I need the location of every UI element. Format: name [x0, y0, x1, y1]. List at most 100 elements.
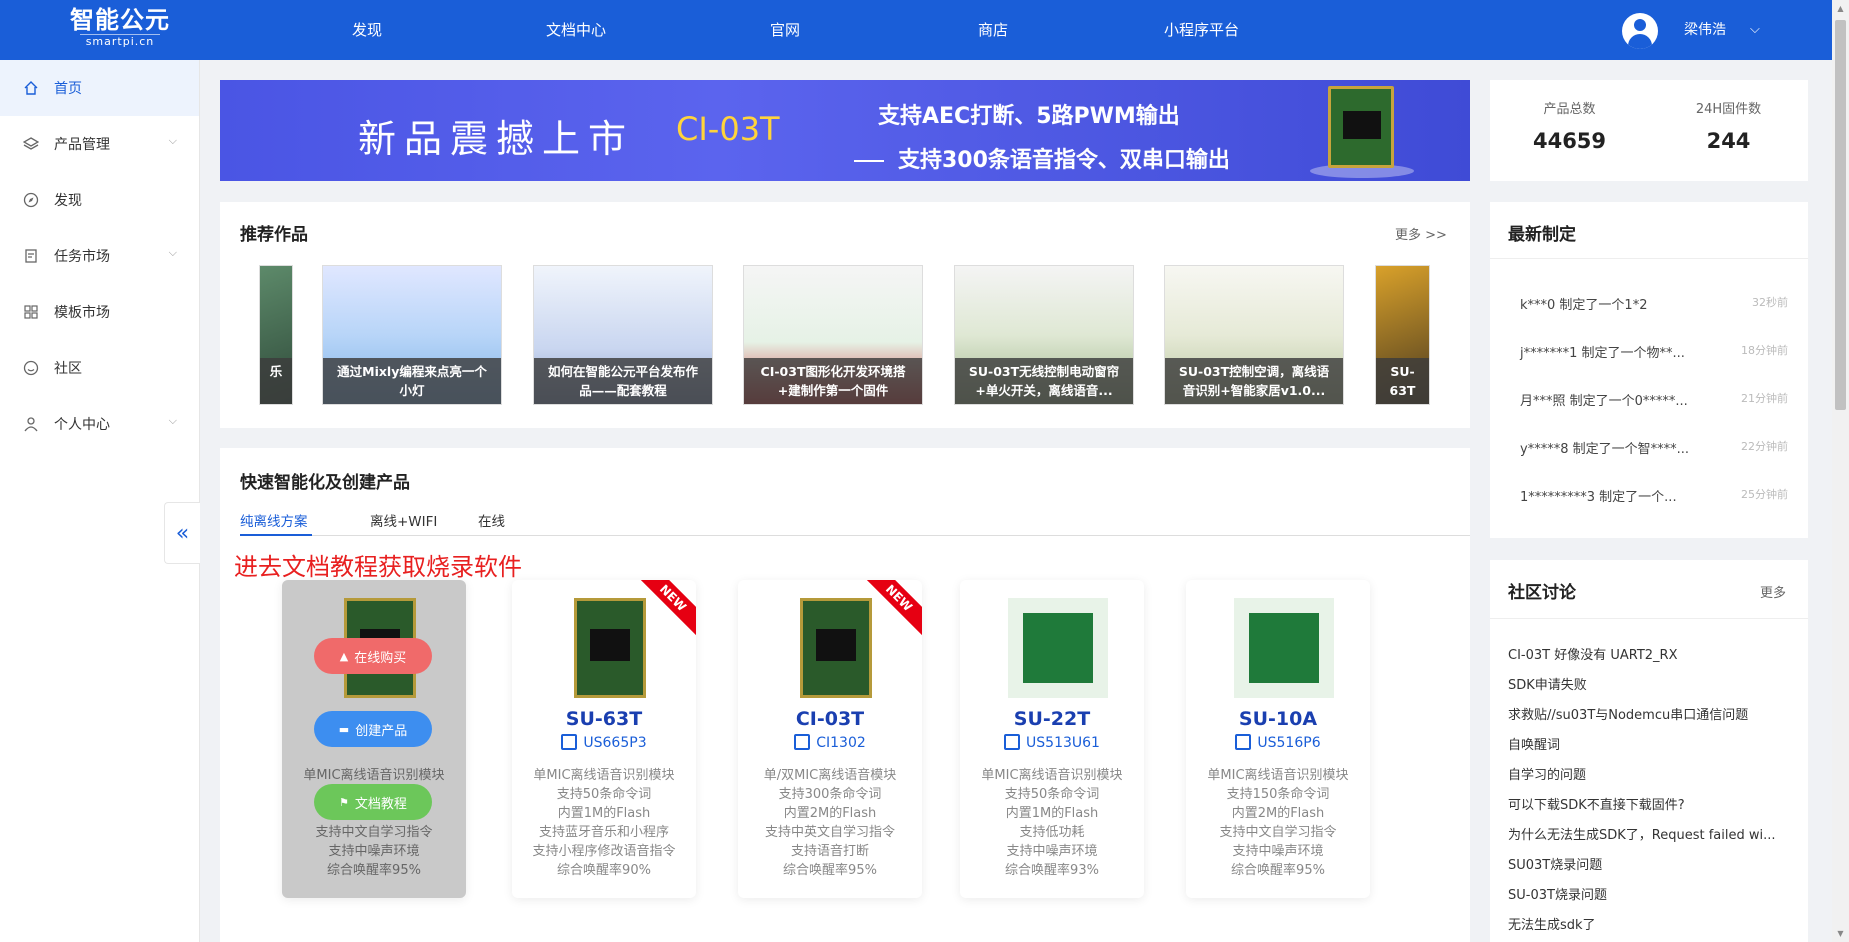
product-image: [574, 598, 646, 698]
underline-decoration: [854, 160, 884, 162]
divider: [1490, 618, 1808, 619]
recommended-works-card: 推荐作品 更多 >> 乐 通过Mixly编程来点亮一个小灯 如何在智能公元平台发…: [220, 202, 1470, 428]
discussion-link[interactable]: 为什么无法生成SDK了，Request failed wi...: [1508, 824, 1798, 843]
chip-label: US513U61: [1026, 735, 1100, 751]
chip-model: CI1302: [738, 734, 922, 751]
chip-model: US513U61: [960, 734, 1144, 751]
chevron-down-icon: ⌵: [168, 414, 177, 427]
work-caption: CI-03T图形化开发环境搭+建制作第一个固件: [744, 358, 922, 404]
desc-line: 支持中英文自学习指令: [764, 825, 895, 840]
buy-online-button[interactable]: ▲ 在线购买: [314, 638, 432, 674]
banner-line2: 支持300条语音指令、双串口输出: [854, 142, 1230, 174]
desc-line: 单MIC离线语音识别模块: [303, 768, 445, 783]
logo-en: smartpi.cn: [79, 34, 161, 49]
discussion-link[interactable]: 可以下载SDK不直接下载固件?: [1508, 794, 1798, 813]
sidebar-item-label: 任务市场: [54, 249, 110, 265]
tab-offline[interactable]: 纯离线方案: [240, 510, 308, 530]
discussion-link[interactable]: CI-03T 好像没有 UART2_RX: [1508, 644, 1798, 663]
work-card[interactable]: 通过Mixly编程来点亮一个小灯: [322, 265, 502, 405]
product-name: SU-63T: [565, 708, 643, 730]
latest-item: k***0 制定了一个1*2: [1520, 298, 1648, 313]
sidebar-item-community[interactable]: 社区: [0, 340, 199, 396]
solution-tabs: 纯离线方案 离线+WIFI 在线: [240, 510, 1470, 536]
work-card[interactable]: CI-03T图形化开发环境搭+建制作第一个固件: [743, 265, 923, 405]
desc-line: 内置2M的Flash: [1231, 806, 1325, 821]
discussion-link[interactable]: 自学习的问题: [1508, 764, 1798, 783]
work-card[interactable]: 乐: [259, 265, 293, 405]
work-card[interactable]: 如何在智能公元平台发布作品——配套教程: [533, 265, 713, 405]
sidebar-item-discover[interactable]: 发现: [0, 172, 199, 228]
chevron-down-icon: ⌵: [168, 134, 177, 147]
create-product-button[interactable]: ▬ 创建产品: [314, 711, 432, 747]
button-label: 文档教程: [354, 796, 407, 812]
sidebar-item-product-management[interactable]: 产品管理 ⌵: [0, 116, 199, 172]
latest-time: 22分钟前: [1741, 440, 1788, 453]
divider: [1490, 258, 1808, 259]
chip-label: US516P6: [1257, 735, 1321, 751]
discussion-link[interactable]: SU-03T烧录问题: [1508, 884, 1798, 903]
product-image: [1008, 598, 1108, 698]
product-card-su03t[interactable]: SU-03T 单MIC离线语音识别模块 支持150条命令词 内置1M的Flash…: [282, 580, 466, 898]
desc-line: 单/双MIC离线语音模块: [763, 768, 897, 783]
sidebar-item-home[interactable]: 首页: [0, 60, 199, 116]
desc-line: 单MIC离线语音识别模块: [1207, 768, 1349, 783]
discussion-link[interactable]: SDK申请失败: [1508, 674, 1798, 693]
discussion-link[interactable]: 无法生成sdk了: [1508, 914, 1798, 933]
section-title: 推荐作品: [240, 225, 308, 245]
desc-line: 支持蓝牙音乐和小程序: [538, 825, 669, 840]
sidebar-item-template-market[interactable]: 模板市场: [0, 284, 199, 340]
discussion-link[interactable]: 求救贴//su03T与Nodemcu串口通信问题: [1508, 704, 1798, 723]
stat-firmware-24h: 24H固件数 244: [1649, 98, 1808, 153]
desc-line: 支持小程序修改语音指令: [532, 844, 676, 859]
collapse-sidebar-button[interactable]: «: [164, 502, 200, 564]
desc-line: 内置2M的Flash: [783, 806, 877, 821]
home-icon: [22, 79, 40, 97]
tab-online[interactable]: 在线: [478, 510, 505, 530]
more-link[interactable]: 更多 >>: [1395, 224, 1447, 243]
product-card-ci03t[interactable]: NEW CI-03T CI1302 单/双MIC离线语音模块 支持300条命令词…: [738, 580, 922, 898]
chip-icon: [1004, 734, 1021, 750]
discussion-link[interactable]: 自唤醒词: [1508, 734, 1798, 753]
brand-logo[interactable]: 智能公元 smartpi.cn: [60, 6, 180, 54]
sidebar-item-task-market[interactable]: 任务市场 ⌵: [0, 228, 199, 284]
logo-cn: 智能公元: [70, 5, 170, 34]
nav-store[interactable]: 商店: [978, 0, 1008, 60]
product-description: 单MIC离线语音识别模块 支持50条命令词 内置1M的Flash 支持蓝牙音乐和…: [512, 766, 696, 880]
product-card-su10a[interactable]: SU-10A US516P6 单MIC离线语音识别模块 支持150条命令词 内置…: [1186, 580, 1370, 898]
section-title: 快速智能化及创建产品: [240, 473, 410, 493]
sidebar-item-personal-center[interactable]: 个人中心 ⌵: [0, 396, 199, 452]
username[interactable]: 梁伟浩: [1684, 0, 1726, 60]
product-card-su22t[interactable]: SU-22T US513U61 单MIC离线语音识别模块 支持50条命令词 内置…: [960, 580, 1144, 898]
documentation-button[interactable]: ⚑ 文档教程: [314, 784, 432, 820]
chevron-down-icon: ⌵: [168, 246, 177, 259]
work-card[interactable]: SU-63T: [1375, 265, 1430, 405]
product-description: 单/双MIC离线语音模块 支持300条命令词 内置2M的Flash 支持中英文自…: [738, 766, 922, 880]
nav-miniprogram[interactable]: 小程序平台: [1164, 0, 1239, 60]
user-icon: [22, 415, 40, 433]
product-card-su63t[interactable]: NEW SU-63T US665P3 单MIC离线语音识别模块 支持50条命令词…: [512, 580, 696, 898]
task-icon: [22, 247, 40, 265]
nav-docs[interactable]: 文档中心: [546, 0, 606, 60]
scroll-down-icon[interactable]: ▼: [1832, 925, 1849, 942]
chip-label: US665P3: [583, 735, 647, 751]
stat-value: 44659: [1532, 129, 1607, 153]
nav-discover[interactable]: 发现: [352, 0, 382, 60]
compass-icon: [22, 191, 40, 209]
user-avatar-icon[interactable]: [1622, 13, 1658, 49]
desc-line: 支持中文自学习指令: [1219, 825, 1337, 840]
chevron-down-icon[interactable]: ⌵: [1750, 0, 1760, 60]
desc-line: 单MIC离线语音识别模块: [533, 768, 675, 783]
nav-official-site[interactable]: 官网: [770, 0, 800, 60]
work-card[interactable]: SU-03T控制空调，离线语音识别+智能家居v1.0...: [1164, 265, 1344, 405]
more-link[interactable]: 更多: [1760, 582, 1786, 601]
tab-offline-wifi[interactable]: 离线+WIFI: [370, 510, 437, 530]
scrollbar-thumb[interactable]: [1835, 20, 1846, 410]
promo-banner[interactable]: 新品震撼上市 CI-03T 支持AEC打断、5路PWM输出 支持300条语音指令…: [220, 80, 1470, 181]
work-card[interactable]: SU-03T无线控制电动窗帘+单火开关，离线语音...: [954, 265, 1134, 405]
desc-line: 综合唤醒率95%: [1231, 863, 1325, 878]
discussion-link[interactable]: SU03T烧录问题: [1508, 854, 1798, 873]
latest-card: 最新制定 k***0 制定了一个1*2 32秒前 j*******1 制定了一个…: [1490, 202, 1808, 538]
scroll-up-icon[interactable]: ▲: [1832, 0, 1849, 17]
work-caption: SU-03T控制空调，离线语音识别+智能家居v1.0...: [1165, 358, 1343, 404]
sidebar-item-label: 社区: [54, 361, 82, 377]
